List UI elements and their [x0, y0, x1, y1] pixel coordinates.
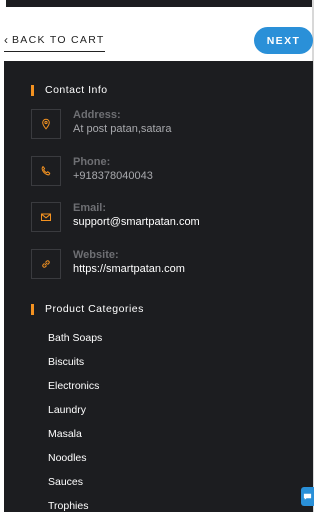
phone-icon	[31, 156, 61, 186]
category-list: Bath Soaps Biscuits Electronics Laundry …	[48, 331, 102, 523]
email-value[interactable]: support@smartpatan.com	[73, 216, 200, 228]
category-item[interactable]: Bath Soaps	[48, 331, 102, 355]
chevron-left-icon: ‹	[4, 33, 8, 47]
address-value: At post patan,satara	[73, 123, 172, 135]
chat-icon[interactable]	[301, 487, 314, 506]
category-item[interactable]: Sauces	[48, 475, 102, 499]
contact-address: Address: At post patan,satara	[31, 109, 301, 143]
email-label: Email:	[73, 202, 107, 214]
category-item[interactable]: Electronics	[48, 379, 102, 403]
website-value[interactable]: https://smartpatan.com	[73, 263, 185, 275]
category-item[interactable]: Noodles	[48, 451, 102, 475]
category-item[interactable]: Biscuits	[48, 355, 102, 379]
back-to-cart-label: BACK TO CART	[12, 34, 105, 46]
contact-info-heading: Contact Info	[31, 83, 108, 97]
contact-phone: Phone: +918378040043	[31, 156, 301, 190]
contact-info-title: Contact Info	[45, 84, 108, 96]
mail-icon	[31, 202, 61, 232]
map-pin-icon	[31, 109, 61, 139]
back-to-cart-link[interactable]: ‹ BACK TO CART	[4, 31, 105, 52]
heading-accent-bar	[31, 303, 34, 315]
product-categories-heading: Product Categories	[31, 302, 144, 316]
product-categories-title: Product Categories	[45, 303, 144, 315]
contact-website: Website: https://smartpatan.com	[31, 249, 301, 283]
category-item[interactable]: Masala	[48, 427, 102, 451]
category-item[interactable]: Laundry	[48, 403, 102, 427]
contact-email: Email: support@smartpatan.com	[31, 202, 301, 236]
link-icon	[31, 249, 61, 279]
phone-value[interactable]: +918378040043	[73, 170, 153, 182]
phone-label: Phone:	[73, 156, 111, 168]
footer-panel: Contact Info Address: At post patan,sata…	[4, 61, 313, 512]
website-label: Website:	[73, 249, 119, 261]
top-strip	[6, 0, 313, 7]
address-label: Address:	[73, 109, 121, 121]
category-item[interactable]: Trophies	[48, 499, 102, 523]
heading-accent-bar	[31, 84, 34, 96]
next-button[interactable]: NEXT	[254, 27, 313, 54]
